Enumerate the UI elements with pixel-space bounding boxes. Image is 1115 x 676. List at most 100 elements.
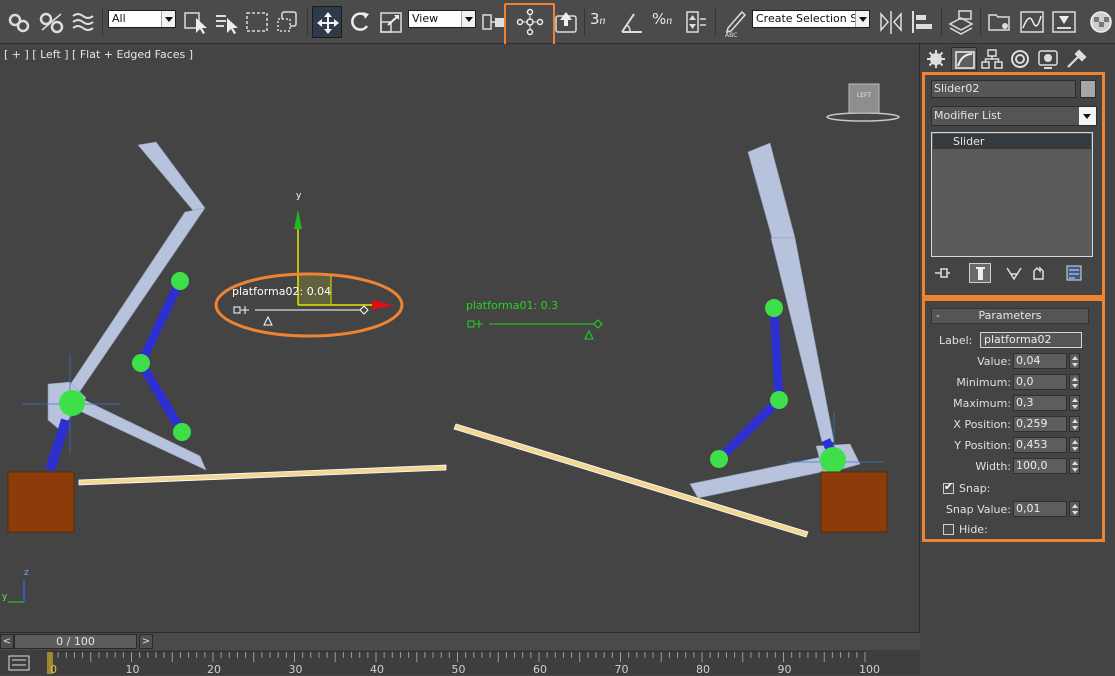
- y-position-field[interactable]: 0,453: [1013, 437, 1067, 453]
- object-color-swatch[interactable]: [1080, 80, 1096, 98]
- select-and-move-icon[interactable]: [312, 6, 342, 38]
- select-and-rotate-icon[interactable]: [344, 6, 374, 38]
- track-tick-label: 40: [370, 663, 384, 676]
- layer-manager-icon[interactable]: [946, 6, 976, 38]
- snaps-toggle-icon[interactable]: 3ⴖ: [590, 10, 606, 28]
- x-position-spinner[interactable]: [1069, 416, 1080, 432]
- object-name-field[interactable]: Slider02: [931, 80, 1076, 98]
- right-rig: [689, 142, 888, 533]
- remove-modifier-icon[interactable]: [1027, 263, 1049, 283]
- time-slider[interactable]: < 0 / 100 >: [0, 632, 920, 650]
- align-icon[interactable]: [908, 6, 938, 38]
- utilities-tab-icon[interactable]: [1063, 47, 1089, 71]
- modifier-list-dropdown[interactable]: Modifier List: [931, 106, 1097, 126]
- track-tick-label: 50: [451, 663, 466, 676]
- stack-item-slider[interactable]: Slider: [933, 134, 1091, 149]
- snap-value-spinner[interactable]: [1069, 501, 1080, 517]
- selection-filter-dropdown[interactable]: All: [108, 10, 176, 28]
- slider-platforma02[interactable]: [233, 305, 369, 326]
- rectangular-selection-region-icon[interactable]: [242, 6, 272, 38]
- y-position-spinner[interactable]: [1069, 437, 1080, 453]
- slider-platforma01[interactable]: [467, 319, 603, 340]
- width-label: Width:: [975, 460, 1011, 473]
- track-tick-label: 20: [207, 663, 221, 676]
- pin-stack-icon[interactable]: [931, 263, 953, 283]
- platform-left: [78, 464, 447, 486]
- modifier-stack[interactable]: Slider: [931, 132, 1093, 257]
- label-field[interactable]: platforma02: [980, 332, 1082, 348]
- percent-snap-icon[interactable]: %ⴖ: [652, 10, 672, 28]
- bone-upper-left-1: [137, 141, 206, 215]
- track-bar[interactable]: 0 10 20 30 40 50 60 70 80 90 100: [0, 650, 920, 676]
- reference-coordinate-dropdown[interactable]: View: [408, 10, 476, 28]
- value-field[interactable]: 0,04: [1013, 353, 1067, 369]
- spinner-snap-icon[interactable]: [681, 6, 711, 38]
- axis-z-label: z: [24, 568, 29, 578]
- maximum-spinner[interactable]: [1069, 395, 1080, 411]
- x-position-field[interactable]: 0,259: [1013, 416, 1067, 432]
- configure-modifier-sets-icon[interactable]: [1063, 263, 1085, 283]
- create-tab-icon[interactable]: [923, 47, 949, 71]
- make-unique-icon[interactable]: [1003, 263, 1025, 283]
- snap-checkbox[interactable]: ✔: [943, 480, 954, 494]
- joint-left-mid: [132, 354, 150, 372]
- select-and-link-icon[interactable]: [4, 6, 34, 38]
- track-tick-label: 70: [614, 663, 629, 676]
- rollout-collapse-icon[interactable]: -: [936, 309, 940, 323]
- value-spinner[interactable]: [1069, 353, 1080, 369]
- modifier-list-label: Modifier List: [934, 109, 1002, 122]
- hierarchy-tab-icon[interactable]: [979, 47, 1005, 71]
- mirror-icon[interactable]: [876, 6, 906, 38]
- track-tick-label: 100: [859, 663, 880, 676]
- left-viewport[interactable]: [ + ] [ Left ] [ Flat + Edged Faces ] pl…: [0, 44, 920, 632]
- show-end-result-icon[interactable]: [969, 263, 991, 283]
- joint-left-hip: [59, 390, 85, 416]
- parameters-rollout-header[interactable]: - Parameters: [931, 308, 1089, 324]
- viewcube-label[interactable]: LEFT: [849, 92, 879, 99]
- unlink-selection-icon[interactable]: [36, 6, 66, 38]
- render-setup-icon[interactable]: [1049, 6, 1079, 38]
- select-object-icon[interactable]: [181, 6, 211, 38]
- track-bar-right: [921, 650, 1115, 675]
- minimum-field[interactable]: 0,0: [1013, 374, 1067, 390]
- snap-value-field[interactable]: 0,01: [1013, 501, 1067, 517]
- slider-name-platforma02: platforma02:: [232, 285, 304, 298]
- angle-snap-icon[interactable]: [617, 6, 647, 38]
- maximum-label: Maximum:: [953, 397, 1011, 410]
- hide-checkbox[interactable]: [943, 524, 954, 535]
- material-editor-icon[interactable]: [1085, 6, 1115, 38]
- time-slider-thumb[interactable]: 0 / 100: [14, 634, 137, 649]
- joint-right-mid: [770, 391, 788, 409]
- snap-value-row: Snap Value: 0,01: [931, 501, 1101, 519]
- display-tab-icon[interactable]: [1035, 47, 1061, 71]
- time-slider-next-button[interactable]: >: [139, 634, 153, 649]
- viewcube[interactable]: [826, 83, 900, 122]
- axis-tripod: [8, 580, 25, 603]
- joint-right-bottom: [710, 450, 728, 468]
- window-crossing-icon[interactable]: [273, 6, 303, 38]
- bone-upper-right-1: [747, 142, 796, 239]
- track-tick-label: 60: [533, 663, 547, 676]
- select-by-name-icon[interactable]: [212, 6, 242, 38]
- maximum-field[interactable]: 0,3: [1013, 395, 1067, 411]
- slider-caption-platforma02: platforma02: 0.04: [232, 285, 331, 298]
- modify-tab-icon[interactable]: [951, 47, 977, 71]
- track-tick-label: 30: [288, 663, 303, 676]
- width-field[interactable]: 100,0: [1013, 458, 1067, 474]
- width-spinner[interactable]: [1069, 458, 1080, 474]
- time-slider-prev-button[interactable]: <: [0, 634, 14, 649]
- minimum-row: Minimum: 0,0: [931, 374, 1101, 392]
- modify-panel-highlight: Slider02 Modifier List Slider: [922, 72, 1105, 298]
- y-position-row: Y Position: 0,453: [931, 437, 1101, 455]
- bind-to-space-warp-icon[interactable]: [68, 6, 98, 38]
- named-selection-sets-dropdown[interactable]: Create Selection Se: [752, 10, 870, 28]
- motion-tab-icon[interactable]: [1007, 47, 1033, 71]
- curve-editor-icon[interactable]: [1017, 6, 1047, 38]
- scene-explorer-icon[interactable]: [985, 6, 1015, 38]
- minimum-spinner[interactable]: [1069, 374, 1080, 390]
- minimum-label: Minimum:: [956, 376, 1011, 389]
- axis-y-label: y: [2, 592, 8, 602]
- select-and-scale-icon[interactable]: [376, 6, 406, 38]
- select-manipulate-icon[interactable]: [551, 6, 581, 38]
- edit-named-selection-icon[interactable]: ABC: [720, 6, 750, 38]
